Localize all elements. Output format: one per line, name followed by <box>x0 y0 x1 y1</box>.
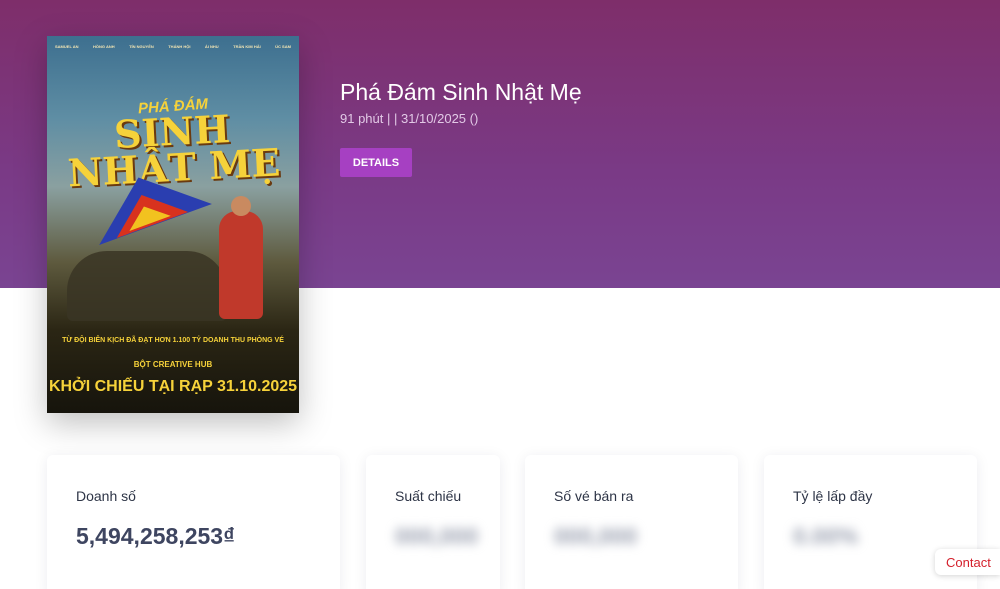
poster-cast-list: SAMUEL AN HỒNG ANH TÍN NGUYỄN THÁNH HỘI … <box>55 44 291 49</box>
movie-meta: 91 phút | | 31/10/2025 () <box>340 111 479 126</box>
poster-characters <box>67 251 227 321</box>
stat-label: Doanh số <box>76 488 136 504</box>
movie-poster: SAMUEL AN HỒNG ANH TÍN NGUYỄN THÁNH HỘI … <box>47 36 299 413</box>
poster-character-head <box>231 196 251 216</box>
stat-label: Suất chiếu <box>395 488 462 504</box>
details-button[interactable]: DETAILS <box>340 148 412 177</box>
poster-cast-name: HỒNG ANH <box>93 44 115 49</box>
stat-value-blurred: 0.00% <box>793 523 859 549</box>
stat-value: 5,494,258,253₫ <box>76 523 235 549</box>
movie-title: Phá Đám Sinh Nhật Mẹ <box>340 79 582 105</box>
stat-card-revenue: Doanh số 5,494,258,253₫ <box>47 455 340 589</box>
poster-cast-name: ÁI NHU <box>204 44 219 49</box>
movie-info: Phá Đám Sinh Nhật Mẹ 91 phút | | 31/10/2… <box>340 78 582 127</box>
poster-release-date: KHỞI CHIẾU TẠI RẠP 31.10.2025 <box>48 378 298 395</box>
poster-cast-name: ÚC SAM <box>275 44 291 49</box>
stat-card-showtimes: Suất chiếu 000,000 <box>366 455 500 589</box>
poster-tagline: TỪ ĐỘI BIÊN KỊCH ĐÃ ĐẠT HƠN 1.100 TỶ DOA… <box>62 337 284 344</box>
stat-value-blurred: 000,000 <box>395 523 479 549</box>
stat-label: Số vé bán ra <box>554 488 634 504</box>
stat-value-blurred: 000,000 <box>554 523 638 549</box>
poster-cast-name: TÍN NGUYỄN <box>129 44 154 49</box>
poster-main-character <box>219 211 263 319</box>
poster-studio: BỘT CREATIVE HUB <box>133 360 213 369</box>
poster-cast-name: SAMUEL AN <box>55 44 79 49</box>
stat-label: Tỷ lệ lấp đầy <box>793 488 873 504</box>
contact-button[interactable]: Contact <box>935 549 1000 575</box>
poster-cast-name: THÁNH HỘI <box>168 44 191 49</box>
stat-card-tickets-sold: Số vé bán ra 000,000 <box>525 455 738 589</box>
poster-cast-name: TRẦN KIM HẢI <box>233 44 261 49</box>
